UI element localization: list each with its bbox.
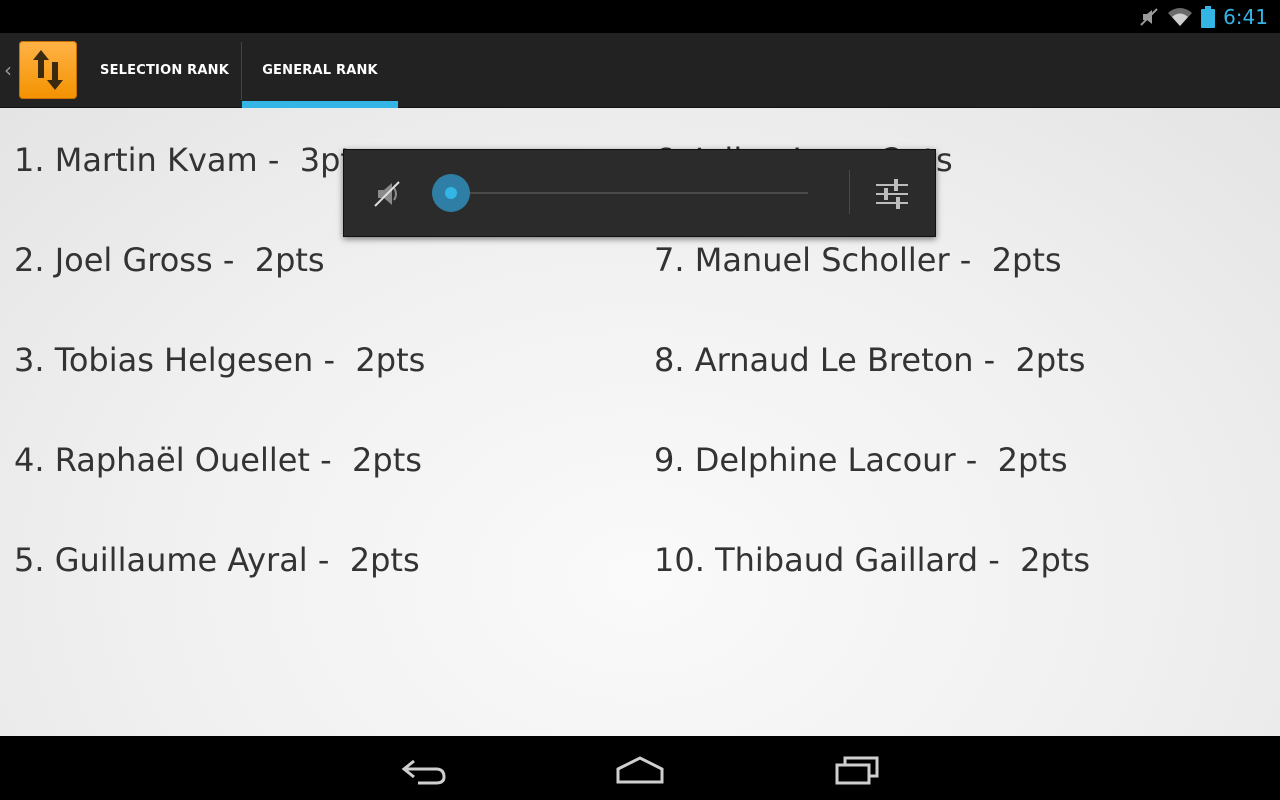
equalizer-settings-icon[interactable] bbox=[874, 176, 910, 212]
tab-selection-rank[interactable]: SELECTION RANK bbox=[88, 33, 241, 108]
rank-item: 7. Manuel Scholler - 2pts bbox=[654, 241, 1062, 279]
back-icon[interactable] bbox=[392, 750, 456, 790]
up-caret-icon[interactable]: ‹ bbox=[4, 58, 12, 82]
volume-slider-thumb[interactable] bbox=[432, 174, 470, 212]
status-bar: 6:41 bbox=[0, 0, 1280, 33]
rank-item: 3. Tobias Helgesen - 2pts bbox=[14, 341, 426, 379]
tab-bar: SELECTION RANK GENERAL RANK bbox=[88, 33, 398, 108]
rank-item: 2. Joel Gross - 2pts bbox=[14, 241, 325, 279]
rank-item: 10. Thibaud Gaillard - 2pts bbox=[654, 541, 1091, 579]
tab-selection-rank-label: SELECTION RANK bbox=[100, 63, 229, 78]
home-icon[interactable] bbox=[608, 750, 672, 790]
clock: 6:41 bbox=[1223, 4, 1268, 29]
volume-divider bbox=[849, 170, 850, 214]
tab-general-rank-label: GENERAL RANK bbox=[262, 63, 378, 78]
speaker-muted-icon[interactable] bbox=[372, 178, 404, 210]
volume-slider-track[interactable] bbox=[451, 192, 808, 194]
rank-item: 5. Guillaume Ayral - 2pts bbox=[14, 541, 420, 579]
action-bar: ‹ SELECTION RANK GENERAL RANK bbox=[0, 33, 1280, 108]
rank-item: 8. Arnaud Le Breton - 2pts bbox=[654, 341, 1086, 379]
battery-icon bbox=[1201, 5, 1216, 28]
rank-item: 4. Raphaël Ouellet - 2pts bbox=[14, 441, 422, 479]
volume-panel bbox=[343, 149, 936, 237]
volume-slider-thumb-dot bbox=[445, 187, 457, 199]
rank-item: 9. Delphine Lacour - 2pts bbox=[654, 441, 1068, 479]
tab-general-rank[interactable]: GENERAL RANK bbox=[242, 33, 398, 108]
sort-arrows-icon[interactable] bbox=[19, 41, 77, 99]
wifi-icon bbox=[1167, 7, 1193, 27]
mute-icon bbox=[1139, 7, 1159, 27]
recents-icon[interactable] bbox=[825, 750, 889, 790]
navigation-bar bbox=[0, 736, 1280, 800]
